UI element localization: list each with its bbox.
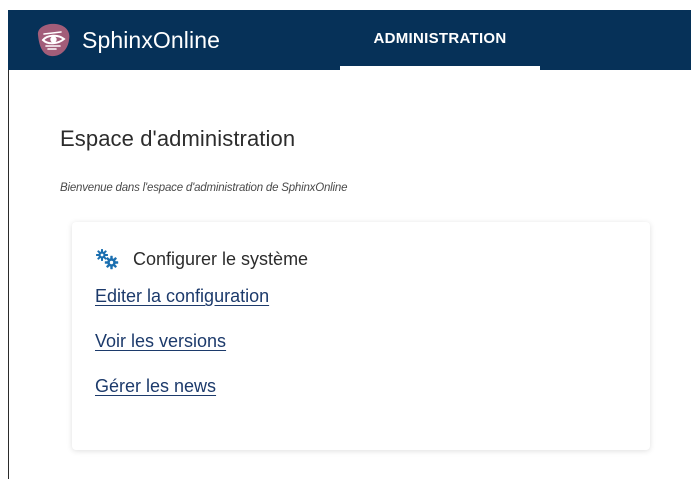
brand[interactable]: SphinxOnline xyxy=(8,10,340,70)
page-title: Espace d'administration xyxy=(60,126,296,151)
tab-administration[interactable]: ADMINISTRATION xyxy=(340,10,540,70)
main-content: Espace d'administration Bienvenue dans l… xyxy=(60,126,691,194)
page-subtitle: Bienvenue dans l'espace d'administration… xyxy=(60,182,348,194)
manage-news-link[interactable]: Gérer les news xyxy=(95,374,650,398)
card-title: Configurer le système xyxy=(133,248,309,269)
card-links: Editer la configuration Voir les version… xyxy=(95,284,650,398)
brand-name: SphinxOnline xyxy=(82,26,221,53)
card-header: Configurer le système xyxy=(95,248,650,270)
gears-icon xyxy=(95,248,119,270)
page-left-border xyxy=(8,70,9,479)
sphinx-logo-icon xyxy=(34,21,72,59)
configure-system-card: Configurer le système Editer la configur… xyxy=(72,222,650,450)
edit-configuration-link[interactable]: Editer la configuration xyxy=(95,284,650,308)
top-navigation-bar: SphinxOnline ADMINISTRATION xyxy=(8,10,691,70)
view-versions-link[interactable]: Voir les versions xyxy=(95,329,650,353)
